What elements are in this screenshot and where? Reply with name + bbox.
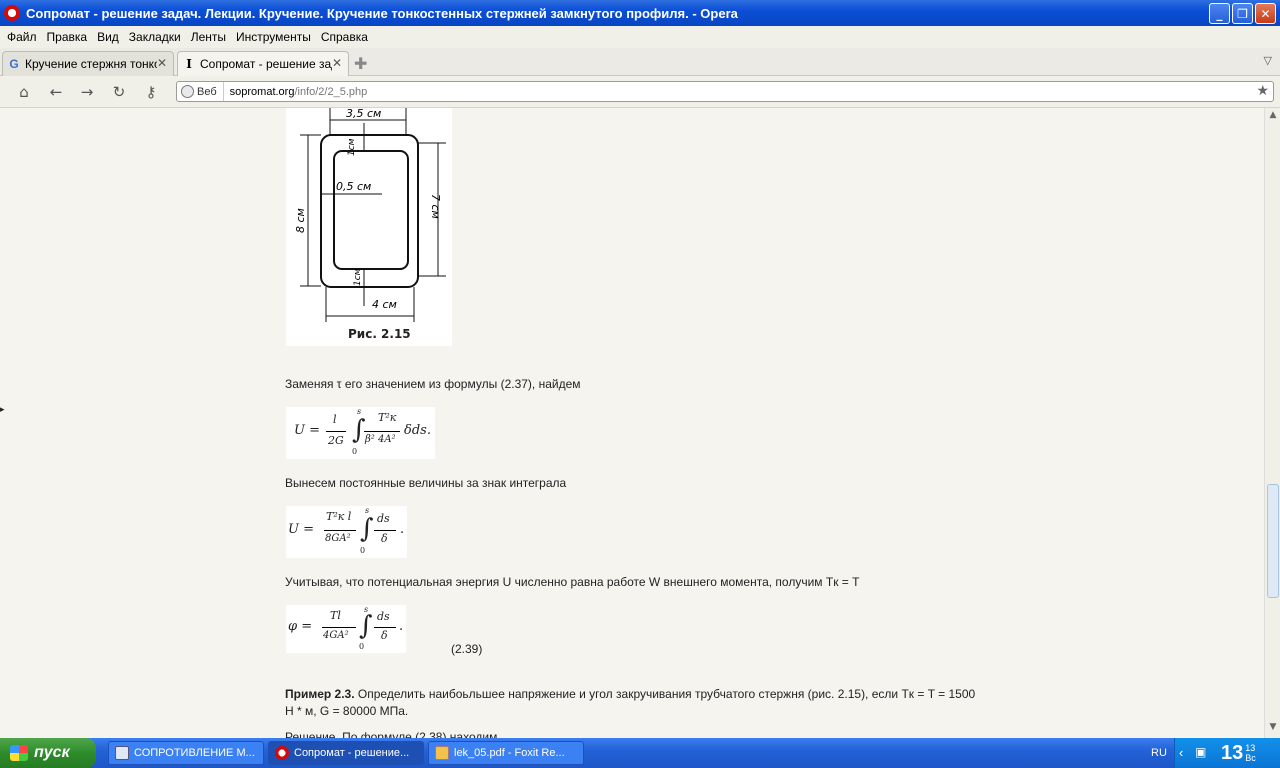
back-icon[interactable]: ← — [45, 82, 67, 102]
close-window-button[interactable]: ✕ — [1255, 3, 1276, 24]
tab-bar: G Кручение стержня тонкостенного ✕ I Соп… — [0, 48, 1280, 76]
home-icon[interactable]: ⌂ — [13, 82, 35, 102]
formula-3: φ = Tl 4GA² ∫ s 0 ds δ . — [286, 605, 406, 653]
equation-number: (2.39) — [451, 642, 483, 656]
figure-caption: Рис. 2.15 — [348, 327, 411, 341]
menu-help[interactable]: Справка — [316, 30, 373, 44]
task-foxit[interactable]: lek_05.pdf - Foxit Re... — [428, 741, 584, 765]
side-arrow-icon: ▸ — [0, 404, 5, 414]
menu-edit[interactable]: Правка — [42, 30, 93, 44]
reload-icon[interactable]: ↻ — [108, 82, 130, 102]
task-opera[interactable]: Сопромат - решение... — [268, 741, 424, 765]
clock-minutes-day[interactable]: 13 Вс — [1245, 743, 1256, 763]
dim-wall-bottom: 1см — [353, 268, 363, 286]
scroll-up-icon[interactable]: ▲ — [1267, 110, 1279, 124]
forward-icon[interactable]: → — [76, 82, 98, 102]
foxit-icon — [435, 746, 449, 760]
task-word[interactable]: СОПРОТИВЛЕНИЕ М... — [108, 741, 264, 765]
figure-2-15: 3,5 см 0,5 см 8 см 7 см 1см 1см 4 см Рис… — [286, 108, 452, 346]
dim-wall: 0,5 см — [336, 180, 371, 193]
key-icon[interactable]: ⚷ — [140, 82, 162, 102]
new-tab-icon[interactable]: ✚ — [354, 54, 367, 73]
vertical-scrollbar[interactable]: ▲ ▼ — [1264, 108, 1280, 738]
opera-logo-icon — [4, 5, 20, 21]
minimize-button[interactable]: _ — [1209, 3, 1230, 24]
system-tray: ‹ ▣ 13 13 Вс — [1174, 738, 1280, 768]
navigation-bar: ⌂ ← → ↻ ⚷ Веб sopromat.org/info/2/2_5.ph… — [0, 76, 1280, 108]
figure-drawing: 3,5 см 0,5 см 8 см 7 см 1см 1см 4 см — [294, 108, 446, 322]
scroll-thumb[interactable] — [1267, 484, 1279, 598]
paragraph-2: Вынесем постоянные величины за знак инте… — [285, 476, 567, 490]
dim-wall-top: 1см — [347, 138, 357, 156]
web-badge[interactable]: Веб — [177, 82, 224, 101]
tab-label: Кручение стержня тонкостенного — [25, 57, 157, 71]
solution-line: Решение. По формуле (2.38) находим — [285, 730, 498, 738]
text-cursor-icon: I — [186, 57, 192, 71]
start-button[interactable]: пуск — [0, 738, 96, 768]
word-doc-icon — [115, 746, 129, 760]
language-indicator[interactable]: RU — [1151, 747, 1167, 759]
tab-label: Сопромат - решение задач — [200, 57, 332, 71]
chevron-down-icon[interactable]: ▽ — [1264, 54, 1272, 67]
scroll-down-icon[interactable]: ▼ — [1267, 722, 1279, 736]
page-content: ▸ 3,5 см 0,5 см 8 см 7 см 1см 1см 4 см Р… — [0, 108, 1264, 738]
dim-left: 8 см — [294, 208, 307, 233]
window-controls: _ ❐ ✕ — [1209, 3, 1276, 24]
tab-sopromat[interactable]: I Сопромат - решение задач ✕ — [177, 51, 349, 76]
menu-bar: Файл Правка Вид Закладки Ленты Инструмен… — [0, 26, 1280, 48]
url-text[interactable]: sopromat.org/info/2/2_5.php — [230, 86, 368, 98]
example-paragraph: Пример 2.3. Определить наибоьльшее напря… — [285, 686, 985, 720]
menu-file[interactable]: Файл — [2, 30, 42, 44]
close-tab-icon[interactable]: ✕ — [332, 56, 342, 70]
formula-2: U = T²к l 8GA² ∫ s 0 ds δ . — [286, 506, 407, 558]
menu-view[interactable]: Вид — [92, 30, 124, 44]
menu-feeds[interactable]: Ленты — [186, 30, 231, 44]
google-icon: G — [9, 57, 19, 71]
network-icon[interactable]: ▣ — [1195, 745, 1206, 759]
clock-hours[interactable]: 13 — [1221, 742, 1243, 765]
windows-logo-icon — [10, 745, 28, 761]
dim-right: 7 см — [429, 194, 442, 219]
tab-torsion[interactable]: G Кручение стержня тонкостенного ✕ — [2, 51, 174, 76]
taskbar: пуск СОПРОТИВЛЕНИЕ М... Сопромат - решен… — [0, 738, 1280, 768]
close-tab-icon[interactable]: ✕ — [157, 56, 167, 70]
dim-bottom: 4 см — [372, 298, 397, 311]
title-bar: Сопромат - решение задач. Лекции. Кручен… — [0, 0, 1280, 26]
maximize-button[interactable]: ❐ — [1232, 3, 1253, 24]
tray-expand-icon[interactable]: ‹ — [1179, 745, 1183, 760]
formula-1: U = l 2G ∫ s 0 T²к β² 4A² δds. — [286, 407, 435, 459]
paragraph-3: Учитывая, что потенциальная энергия U чи… — [285, 575, 860, 589]
menu-tools[interactable]: Инструменты — [231, 30, 316, 44]
example-title: Пример 2.3. — [285, 687, 355, 701]
paragraph-1: Заменяя τ его значением из формулы (2.37… — [285, 377, 581, 391]
menu-bookmarks[interactable]: Закладки — [124, 30, 186, 44]
address-bar[interactable]: Веб sopromat.org/info/2/2_5.php ★ — [176, 81, 1274, 102]
window-title: Сопромат - решение задач. Лекции. Кручен… — [26, 5, 738, 21]
globe-icon — [181, 85, 194, 98]
opera-icon — [275, 746, 289, 760]
bookmark-star-icon[interactable]: ★ — [1256, 83, 1269, 99]
dim-top: 3,5 см — [346, 108, 381, 120]
example-body: Определить наибоьльшее напряжение и угол… — [285, 687, 976, 718]
